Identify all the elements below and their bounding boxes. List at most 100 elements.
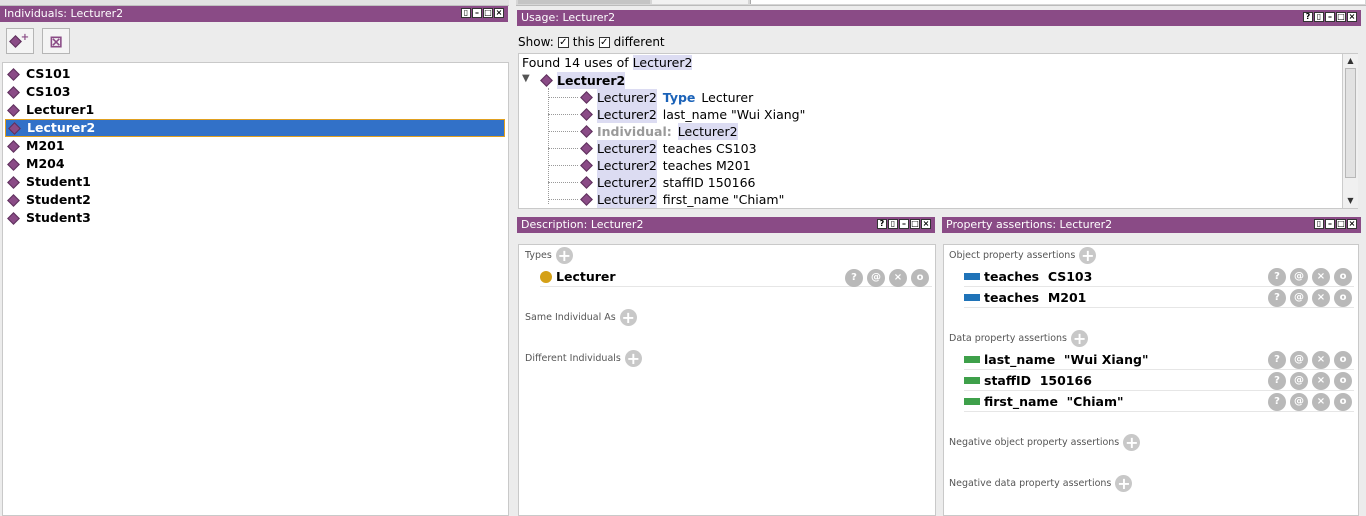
- search-field[interactable]: [750, 0, 1365, 4]
- maximize-icon[interactable]: □: [1336, 12, 1346, 22]
- help-icon[interactable]: ?: [1268, 351, 1286, 369]
- close-icon[interactable]: ×: [1347, 12, 1357, 22]
- individuals-title: Individuals: Lecturer2: [4, 7, 124, 20]
- close-icon[interactable]: ×: [921, 219, 931, 229]
- data-assertion-text: staffID 150166: [984, 372, 1092, 388]
- delete-icon[interactable]: ×: [1312, 289, 1330, 307]
- annotate-icon[interactable]: @: [1290, 289, 1308, 307]
- usage-row-last-name[interactable]: Lecturer2 last_name "Wui Xiang": [580, 106, 805, 123]
- add-object-assertion-icon[interactable]: +: [1079, 247, 1097, 264]
- minimize-icon[interactable]: –: [472, 8, 482, 18]
- delete-individual-button[interactable]: ⊠: [42, 28, 70, 54]
- list-item-selected[interactable]: Lecturer2: [5, 119, 505, 137]
- usage-subject: Individual:: [597, 124, 672, 139]
- list-item-label: Student3: [26, 210, 91, 225]
- close-icon[interactable]: ×: [494, 8, 504, 18]
- list-item[interactable]: CS101: [5, 65, 505, 83]
- edit-icon[interactable]: o: [1334, 372, 1352, 390]
- help-icon[interactable]: ?: [877, 219, 887, 229]
- usage-rest: Lecturer: [701, 90, 754, 105]
- found-prefix: Found 14 uses of: [522, 55, 629, 70]
- add-individual-button[interactable]: +: [6, 28, 34, 54]
- annotate-icon[interactable]: @: [1290, 393, 1308, 411]
- scroll-down-icon[interactable]: ▼: [1343, 194, 1358, 208]
- expand-toggle[interactable]: ▼: [522, 73, 530, 84]
- individual-icon: [580, 176, 593, 189]
- help-icon[interactable]: ?: [1268, 393, 1286, 411]
- found-summary: Found 14 uses of Lecturer2: [522, 55, 693, 70]
- show-label: Show:: [518, 35, 554, 49]
- usage-row-teaches-m201[interactable]: Lecturer2 teaches M201: [580, 157, 751, 174]
- usage-row-type[interactable]: Lecturer2 Type Lecturer: [580, 89, 754, 106]
- annotate-icon[interactable]: @: [1290, 268, 1308, 286]
- individual-icon: [580, 142, 593, 155]
- edit-icon[interactable]: o: [911, 269, 929, 287]
- help-icon[interactable]: ?: [1303, 12, 1313, 22]
- help-icon[interactable]: ?: [1268, 372, 1286, 390]
- annotate-icon[interactable]: @: [1290, 372, 1308, 390]
- individual-icon: [7, 67, 20, 81]
- delete-icon[interactable]: ×: [889, 269, 907, 287]
- list-item[interactable]: Student1: [5, 173, 505, 191]
- minimize-icon[interactable]: –: [1325, 219, 1335, 229]
- delete-icon[interactable]: ×: [1312, 372, 1330, 390]
- scroll-thumb[interactable]: [1345, 68, 1356, 178]
- scroll-up-icon[interactable]: ▲: [1343, 54, 1358, 68]
- help-icon[interactable]: ?: [845, 269, 863, 287]
- add-type-icon[interactable]: +: [555, 247, 573, 264]
- annotate-icon[interactable]: @: [867, 269, 885, 287]
- individuals-list[interactable]: CS101 CS103 Lecturer1 Lecturer2 M201 M20…: [2, 62, 509, 516]
- help-icon[interactable]: ?: [1268, 268, 1286, 286]
- close-icon[interactable]: ×: [1347, 219, 1357, 229]
- list-item[interactable]: M204: [5, 155, 505, 173]
- delete-icon[interactable]: ×: [1312, 351, 1330, 369]
- tab[interactable]: [518, 0, 650, 4]
- add-same-individual-icon[interactable]: +: [619, 309, 637, 326]
- individual-icon: [580, 193, 593, 206]
- list-item[interactable]: M201: [5, 137, 505, 155]
- delete-icon[interactable]: ×: [1312, 393, 1330, 411]
- individuals-window-controls: ▯ – □ ×: [461, 8, 504, 18]
- object-assertions-section: Object property assertions +: [949, 247, 1097, 264]
- object-row-actions: ? @ × o: [1268, 268, 1352, 286]
- list-item[interactable]: CS103: [5, 83, 505, 101]
- usage-scrollbar[interactable]: ▲ ▼: [1342, 54, 1358, 208]
- edit-icon[interactable]: o: [1334, 351, 1352, 369]
- split-icon[interactable]: ▯: [888, 219, 898, 229]
- tree-branch: [548, 97, 578, 98]
- edit-icon[interactable]: o: [1334, 289, 1352, 307]
- maximize-icon[interactable]: □: [483, 8, 493, 18]
- different-individuals-section: Different Individuals +: [525, 350, 642, 367]
- add-negative-data-icon[interactable]: +: [1115, 475, 1133, 492]
- annotate-icon[interactable]: @: [1290, 351, 1308, 369]
- usage-row-individual[interactable]: Individual: Lecturer2: [580, 123, 738, 140]
- add-negative-object-icon[interactable]: +: [1123, 434, 1141, 451]
- usage-row-first-name[interactable]: Lecturer2 first_name "Chiam": [580, 191, 784, 208]
- data-property-icon: [964, 377, 980, 384]
- add-data-assertion-icon[interactable]: +: [1071, 330, 1089, 347]
- list-item[interactable]: Student2: [5, 191, 505, 209]
- maximize-icon[interactable]: □: [910, 219, 920, 229]
- minimize-icon[interactable]: –: [1325, 12, 1335, 22]
- list-item[interactable]: Lecturer1: [5, 101, 505, 119]
- usage-title: Usage: Lecturer2: [521, 11, 616, 24]
- this-checkbox[interactable]: ✓: [557, 36, 569, 48]
- edit-icon[interactable]: o: [1334, 268, 1352, 286]
- usage-row-staffid[interactable]: Lecturer2 staffID 150166: [580, 174, 755, 191]
- edit-icon[interactable]: o: [1334, 393, 1352, 411]
- help-icon[interactable]: ?: [1268, 289, 1286, 307]
- usage-root-row[interactable]: Lecturer2: [540, 72, 626, 89]
- tab[interactable]: [652, 0, 748, 4]
- split-icon[interactable]: ▯: [1314, 219, 1324, 229]
- add-different-individual-icon[interactable]: +: [624, 350, 642, 367]
- types-label: Types: [525, 250, 552, 261]
- split-icon[interactable]: ▯: [461, 8, 471, 18]
- minimize-icon[interactable]: –: [899, 219, 909, 229]
- delete-icon[interactable]: ×: [1312, 268, 1330, 286]
- data-row-actions: ? @ × o: [1268, 372, 1352, 390]
- different-checkbox[interactable]: ✓: [598, 36, 610, 48]
- maximize-icon[interactable]: □: [1336, 219, 1346, 229]
- split-icon[interactable]: ▯: [1314, 12, 1324, 22]
- usage-row-teaches-cs103[interactable]: Lecturer2 teaches CS103: [580, 140, 757, 157]
- list-item[interactable]: Student3: [5, 209, 505, 227]
